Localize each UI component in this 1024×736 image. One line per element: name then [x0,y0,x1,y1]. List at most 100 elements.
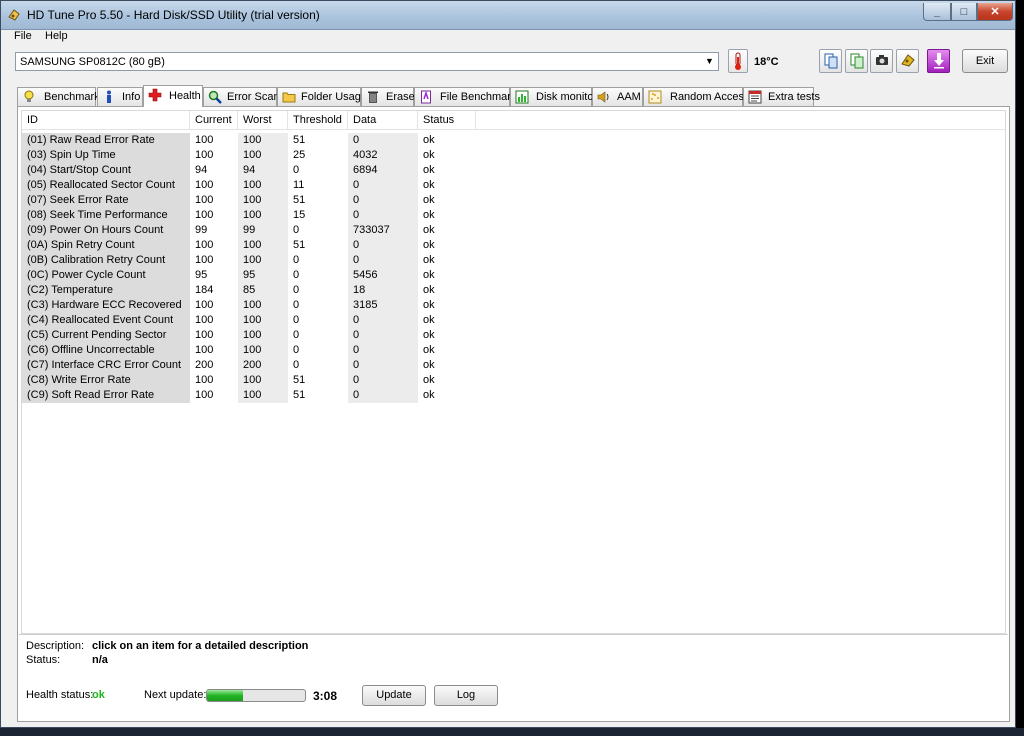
save-button[interactable] [927,49,950,73]
cell-status: ok [423,284,435,296]
description-value: click on an item for a detailed descript… [92,640,309,652]
camera-icon [875,55,888,65]
maximize-button[interactable]: □ [951,3,977,21]
table-row[interactable]: (09) Power On Hours Count 99 99 0 733037 ok [22,223,442,238]
column-header-id[interactable]: ID [22,111,190,129]
column-header-current[interactable]: Current [190,111,238,129]
cell-id: (C9) Soft Read Error Rate [22,388,190,403]
table-row[interactable]: (C5) Current Pending Sector 100 100 0 0 ok [22,328,442,343]
cell-worst: 100 [238,238,288,253]
exit-button[interactable]: Exit [962,49,1008,73]
title-bar[interactable]: HD Tune Pro 5.50 - Hard Disk/SSD Utility… [1,1,1015,30]
cell-threshold: 51 [293,194,306,206]
cell-status: ok [423,194,435,206]
cell-current: 100 [195,194,214,206]
chevron-down-icon[interactable]: ▼ [701,53,718,70]
smart-table[interactable]: ID Current Worst Threshold Data Status (… [21,110,1006,634]
table-row[interactable]: (C6) Offline Uncorrectable 100 100 0 0 ok [22,343,442,358]
cell-worst: 200 [238,358,288,373]
cell-id: (03) Spin Up Time [22,148,190,163]
trash-icon [368,91,378,103]
tab-label: Disk monitor [536,91,598,103]
table-row[interactable]: (01) Raw Read Error Rate 100 100 51 0 ok [22,133,442,148]
tab-label: Folder Usage [301,91,368,103]
table-row[interactable]: (C2) Temperature 184 85 0 18 ok [22,283,442,298]
copy-all-button[interactable] [845,49,868,73]
cell-id: (0C) Power Cycle Count [22,268,190,283]
cell-threshold: 0 [293,359,300,371]
cell-current: 100 [195,209,214,221]
progress-fill [207,690,244,701]
tab-info[interactable]: Info [97,87,143,106]
update-button[interactable]: Update [362,685,426,706]
minimize-button[interactable]: _ [923,3,951,21]
tab-benchmark[interactable]: Benchmark [17,87,100,106]
tab-health[interactable]: Health [143,85,203,107]
table-row[interactable]: (04) Start/Stop Count 94 94 0 6894 ok [22,163,442,178]
cell-status: ok [423,149,435,161]
cell-status: ok [423,239,435,251]
tab-folder-usage[interactable]: Folder Usage [277,87,367,106]
cell-data: 0 [348,238,418,253]
tab-file-benchmark[interactable]: File Benchmark [414,87,516,106]
cell-id: (07) Seek Error Rate [22,193,190,208]
tab-erase[interactable]: Erase [361,87,415,106]
screenshot-button[interactable] [870,49,893,73]
table-row[interactable]: (C7) Interface CRC Error Count 200 200 0 0 ok [22,358,442,373]
menu-help[interactable]: Help [45,30,68,42]
table-row[interactable]: (08) Seek Time Performance 100 100 15 0 ok [22,208,442,223]
lightbulb-icon [24,90,34,102]
cell-status: ok [423,164,435,176]
cell-data: 0 [348,373,418,388]
cell-worst: 100 [238,298,288,313]
cell-status: ok [423,344,435,356]
tab-random-access[interactable]: Random Access [643,87,749,106]
tab-label: File Benchmark [440,91,517,103]
column-header-worst[interactable]: Worst [238,111,288,129]
table-row[interactable]: (C4) Reallocated Event Count 100 100 0 0 ok [22,313,442,328]
tab-extra-tests[interactable]: Extra tests [743,87,820,106]
divider [19,634,1008,635]
table-row[interactable]: (07) Seek Error Rate 100 100 51 0 ok [22,193,442,208]
tab-aam[interactable]: AAM [592,87,643,106]
cell-current: 100 [195,299,214,311]
drive-select[interactable]: SAMSUNG SP0812C (80 gB) ▼ [15,52,719,71]
next-update-progress [206,689,306,702]
cell-worst: 100 [238,133,288,148]
table-row[interactable]: (C9) Soft Read Error Rate 100 100 51 0 ok [22,388,442,403]
table-row[interactable]: (05) Reallocated Sector Count 100 100 11 0 ok [22,178,442,193]
options-button[interactable] [896,49,919,73]
tab-disk-monitor[interactable]: Disk monitor [510,87,597,106]
cell-id: (C7) Interface CRC Error Count [22,358,190,373]
tab-label: Extra tests [768,91,820,103]
cell-current: 100 [195,254,214,266]
cell-threshold: 0 [293,164,300,176]
table-row[interactable]: (C8) Write Error Rate 100 100 51 0 ok [22,373,442,388]
cell-data: 0 [348,313,418,328]
copy-info-button[interactable] [819,49,842,73]
column-header-threshold[interactable]: Threshold [288,111,348,129]
table-row[interactable]: (0A) Spin Retry Count 100 100 51 0 ok [22,238,442,253]
cell-data: 0 [348,358,418,373]
cell-id: (01) Raw Read Error Rate [22,133,190,148]
table-row[interactable]: (03) Spin Up Time 100 100 25 4032 ok [22,148,442,163]
tab-error-scan[interactable]: Error Scan [203,87,280,106]
cell-worst: 100 [238,148,288,163]
app-icon [8,9,20,21]
column-header-data[interactable]: Data [348,111,418,129]
menu-file[interactable]: File [14,30,32,42]
cell-worst: 100 [238,388,288,403]
table-row[interactable]: (0B) Calibration Retry Count 100 100 0 0 ok [22,253,442,268]
table-row[interactable]: (C3) Hardware ECC Recovered 100 100 0 3185 ok [22,298,442,313]
close-button[interactable]: ✕ [977,3,1013,21]
download-arrow-icon [933,53,944,69]
tab-label: Health [169,90,201,102]
cell-status: ok [423,374,435,386]
log-button[interactable]: Log [434,685,498,706]
cell-threshold: 0 [293,299,300,311]
column-header-status[interactable]: Status [418,111,476,129]
cell-data: 0 [348,388,418,403]
cell-current: 95 [195,269,208,281]
cell-threshold: 0 [293,269,300,281]
table-row[interactable]: (0C) Power Cycle Count 95 95 0 5456 ok [22,268,442,283]
